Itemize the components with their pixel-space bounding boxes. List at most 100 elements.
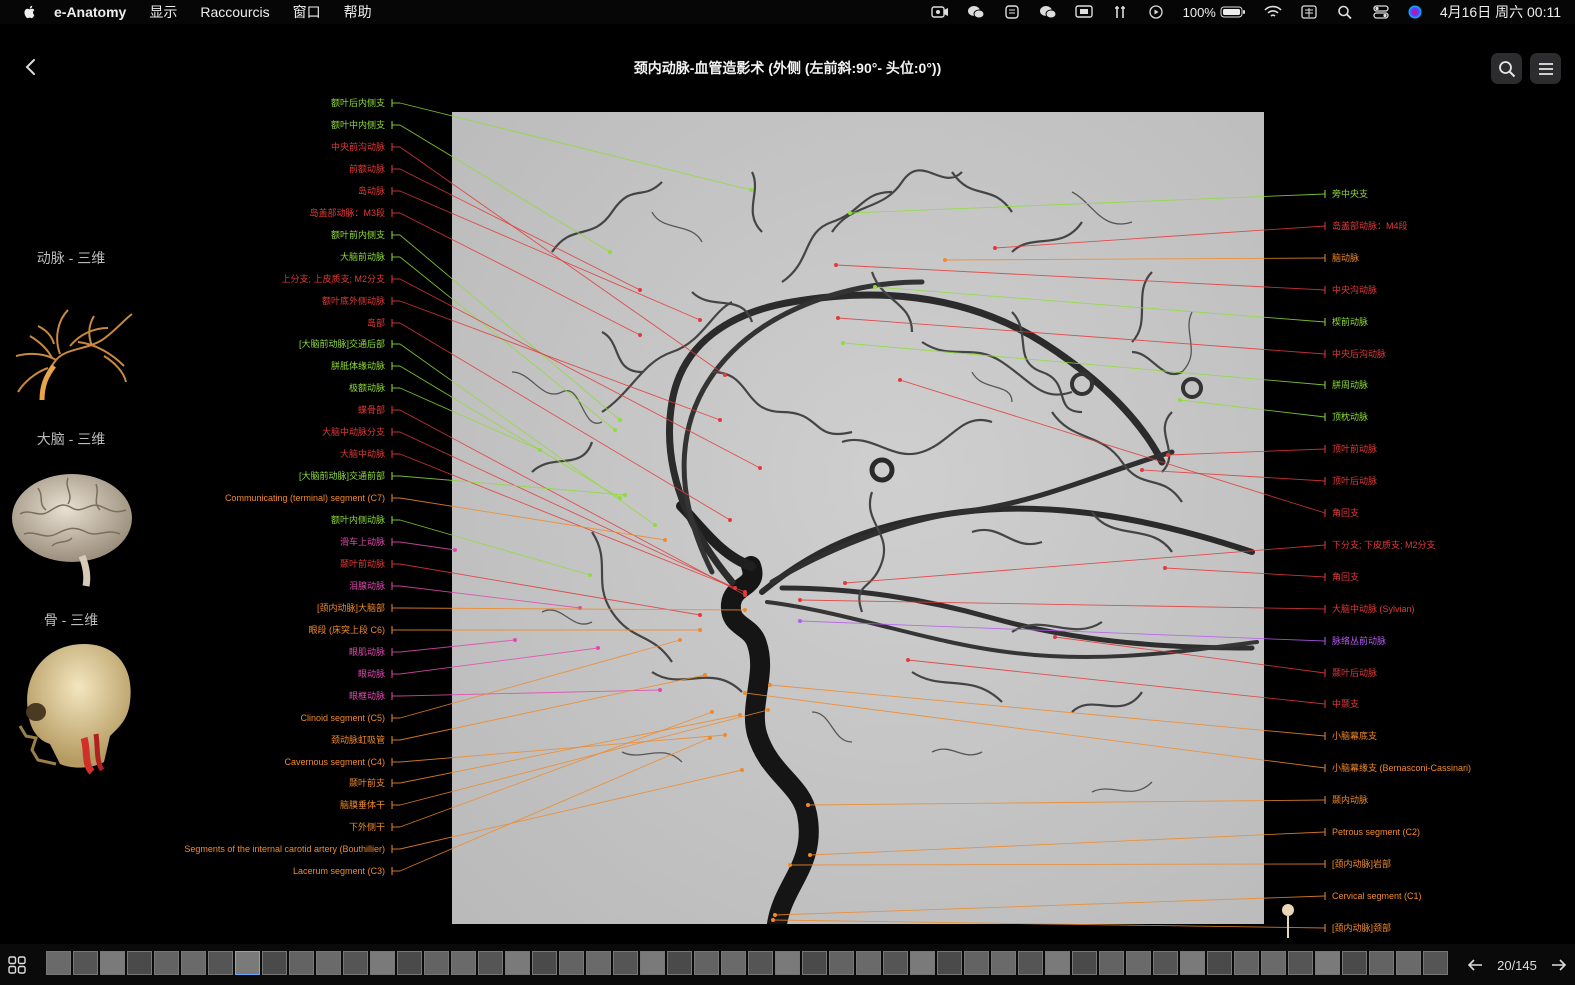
spotlight-search-icon[interactable] xyxy=(1336,5,1354,19)
label-left-18[interactable]: Communicating (terminal) segment (C7) xyxy=(225,492,385,504)
label-right-18[interactable]: 小脑幕缘支 (Bernasconi-Cassinari) xyxy=(1332,762,1471,774)
filmstrip-thumbnail[interactable] xyxy=(73,951,98,975)
label-right-15[interactable]: 颞叶后动脉 xyxy=(1332,667,1377,679)
label-left-35[interactable]: Lacerum segment (C3) xyxy=(293,865,385,877)
filmstrip-thumbnail[interactable] xyxy=(1126,951,1151,975)
label-left-1[interactable]: 额叶中内侧支 xyxy=(331,119,385,131)
label-left-4[interactable]: 岛动脉 xyxy=(358,185,385,197)
label-right-10[interactable]: 角回支 xyxy=(1332,507,1359,519)
thumbnail-filmstrip[interactable] xyxy=(46,951,1450,977)
label-left-6[interactable]: 额叶前内侧支 xyxy=(331,229,385,241)
label-right-19[interactable]: 颞内动脉 xyxy=(1332,794,1368,806)
arrow-left-icon[interactable] xyxy=(1467,958,1483,972)
input-method-icon[interactable] xyxy=(1300,5,1318,19)
filmstrip-thumbnail[interactable] xyxy=(1369,951,1394,975)
apple-icon[interactable] xyxy=(22,4,38,20)
filmstrip-thumbnail[interactable] xyxy=(991,951,1016,975)
filmstrip-thumbnail[interactable] xyxy=(505,951,530,975)
label-right-14[interactable]: 脉络丛前动脉 xyxy=(1332,635,1386,647)
wifi-icon[interactable] xyxy=(1264,5,1282,19)
filmstrip-thumbnail[interactable] xyxy=(370,951,395,975)
filmstrip-thumbnail[interactable] xyxy=(1315,951,1340,975)
filmstrip-thumbnail[interactable] xyxy=(586,951,611,975)
menu-item-window[interactable]: 窗口 xyxy=(293,2,321,22)
filmstrip-thumbnail[interactable] xyxy=(262,951,287,975)
grid-icon[interactable] xyxy=(8,956,26,974)
label-left-25[interactable]: 眼肌动脉 xyxy=(349,646,385,658)
wechat-icon[interactable] xyxy=(967,5,985,19)
label-left-12[interactable]: 胼胝体缘动脉 xyxy=(331,360,385,372)
label-left-22[interactable]: 泪腺动脉 xyxy=(349,580,385,592)
label-right-3[interactable]: 中央沟动脉 xyxy=(1332,284,1377,296)
filmstrip-thumbnail[interactable] xyxy=(1153,951,1178,975)
filmstrip-thumbnail[interactable] xyxy=(775,951,800,975)
filmstrip-thumbnail[interactable] xyxy=(181,951,206,975)
battery-icon[interactable] xyxy=(1220,5,1246,19)
sidebar-item-brain-3d[interactable] xyxy=(8,464,136,588)
filmstrip-thumbnail[interactable] xyxy=(289,951,314,975)
menu-app-name[interactable]: e-Anatomy xyxy=(54,4,126,20)
label-left-2[interactable]: 中央前沟动脉 xyxy=(331,141,385,153)
filmstrip-thumbnail[interactable] xyxy=(316,951,341,975)
label-left-14[interactable]: 蝶骨部 xyxy=(358,404,385,416)
label-right-5[interactable]: 中央后沟动脉 xyxy=(1332,348,1386,360)
label-left-33[interactable]: 下外侧干 xyxy=(349,821,385,833)
filmstrip-thumbnail[interactable] xyxy=(883,951,908,975)
filmstrip-thumbnail[interactable] xyxy=(1207,951,1232,975)
label-left-29[interactable]: 颈动脉虹吸管 xyxy=(331,734,385,746)
filmstrip-thumbnail[interactable] xyxy=(964,951,989,975)
control-center-icon[interactable] xyxy=(1372,5,1390,19)
filmstrip-thumbnail[interactable] xyxy=(1018,951,1043,975)
filmstrip-thumbnail[interactable] xyxy=(478,951,503,975)
label-left-23[interactable]: [颈内动脉]大脑部 xyxy=(317,602,385,614)
wechat-alt-icon[interactable] xyxy=(1039,5,1057,19)
filmstrip-thumbnail[interactable] xyxy=(613,951,638,975)
filmstrip-thumbnail[interactable] xyxy=(910,951,935,975)
label-left-17[interactable]: [大脑前动脉]交通前部 xyxy=(299,470,385,482)
filmstrip-thumbnail[interactable] xyxy=(640,951,665,975)
label-left-3[interactable]: 前额动脉 xyxy=(349,163,385,175)
label-right-23[interactable]: [颈内动脉]颈部 xyxy=(1332,922,1391,934)
label-right-0[interactable]: 旁中央支 xyxy=(1332,188,1368,200)
label-right-20[interactable]: Petrous segment (C2) xyxy=(1332,826,1420,838)
label-left-10[interactable]: 岛部 xyxy=(367,317,385,329)
filmstrip-thumbnail[interactable] xyxy=(100,951,125,975)
label-right-8[interactable]: 顶叶前动脉 xyxy=(1332,443,1377,455)
filmstrip-thumbnail[interactable] xyxy=(1396,951,1421,975)
filmstrip-thumbnail[interactable] xyxy=(1261,951,1286,975)
sidebar-item-bone-3d[interactable] xyxy=(8,642,136,778)
label-left-20[interactable]: 滑车上动脉 xyxy=(340,536,385,548)
filmstrip-thumbnail[interactable] xyxy=(46,951,71,975)
label-right-9[interactable]: 顶叶后动脉 xyxy=(1332,475,1377,487)
filmstrip-thumbnail[interactable] xyxy=(1072,951,1097,975)
filmstrip-thumbnail[interactable] xyxy=(1342,951,1367,975)
label-left-26[interactable]: 眼动脉 xyxy=(358,668,385,680)
label-left-0[interactable]: 额叶后内侧支 xyxy=(331,97,385,109)
label-left-19[interactable]: 额叶内侧动脉 xyxy=(331,514,385,526)
clipboard-icon[interactable] xyxy=(1003,5,1021,19)
label-left-11[interactable]: [大脑前动脉]交通后部 xyxy=(299,338,385,350)
filmstrip-thumbnail[interactable] xyxy=(1234,951,1259,975)
label-left-7[interactable]: 大脑前动脉 xyxy=(340,251,385,263)
label-right-4[interactable]: 楔前动脉 xyxy=(1332,316,1368,328)
label-right-1[interactable]: 岛盖部动脉：M4段 xyxy=(1332,220,1408,232)
filmstrip-thumbnail[interactable] xyxy=(694,951,719,975)
filmstrip-thumbnail[interactable] xyxy=(127,951,152,975)
siri-icon[interactable] xyxy=(1408,5,1422,19)
filmstrip-thumbnail[interactable] xyxy=(1423,951,1448,975)
label-right-11[interactable]: 下分支; 下皮质支; M2分支 xyxy=(1332,539,1436,551)
filmstrip-thumbnail[interactable] xyxy=(1099,951,1124,975)
filmstrip-thumbnail[interactable] xyxy=(397,951,422,975)
label-right-16[interactable]: 中颞支 xyxy=(1332,698,1359,710)
filmstrip-thumbnail[interactable] xyxy=(1180,951,1205,975)
filmstrip-thumbnail[interactable] xyxy=(1045,951,1070,975)
filmstrip-thumbnail[interactable] xyxy=(235,951,260,975)
filmstrip-thumbnail[interactable] xyxy=(154,951,179,975)
label-left-27[interactable]: 眼框动脉 xyxy=(349,690,385,702)
search-button[interactable] xyxy=(1491,53,1522,84)
label-left-15[interactable]: 大脑中动脉分支 xyxy=(322,426,385,438)
label-right-13[interactable]: 大脑中动脉 (Sylvian) xyxy=(1332,603,1415,615)
label-left-9[interactable]: 额叶底外侧动脉 xyxy=(322,295,385,307)
label-left-24[interactable]: 眼段 (床突上段 C6) xyxy=(308,624,385,636)
label-left-21[interactable]: 颞叶前动脉 xyxy=(340,558,385,570)
